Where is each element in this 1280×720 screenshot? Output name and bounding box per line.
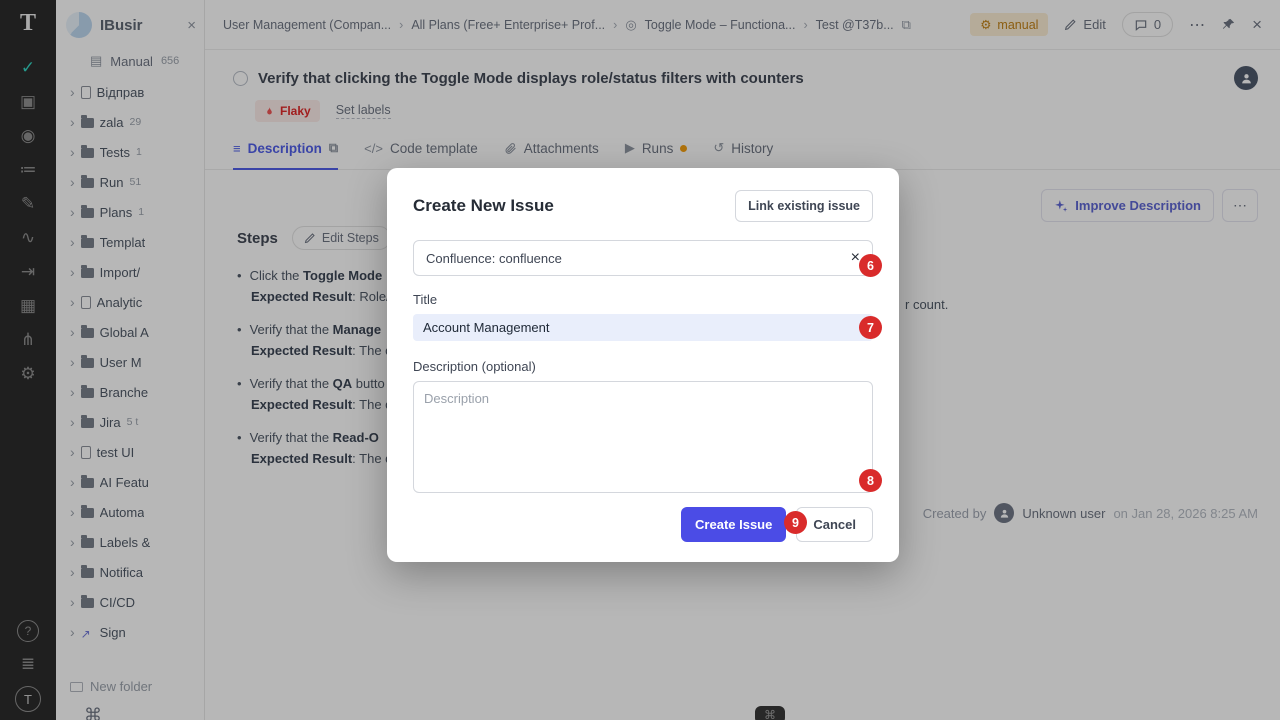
link-existing-issue-button[interactable]: Link existing issue <box>735 190 873 222</box>
annotation-badge: 9 <box>784 511 807 534</box>
description-label: Description (optional) <box>413 359 873 374</box>
create-issue-modal: Create New Issue Link existing issue Con… <box>387 168 899 562</box>
integration-select[interactable]: Confluence: confluence × <box>413 240 873 276</box>
issue-description-textarea[interactable] <box>413 381 873 493</box>
cancel-button[interactable]: Cancel <box>796 507 873 542</box>
title-label: Title <box>413 292 873 307</box>
annotation-badge: 7 <box>859 316 882 339</box>
integration-select-value: Confluence: confluence <box>426 251 562 266</box>
modal-title: Create New Issue <box>413 196 554 216</box>
annotation-badge: 8 <box>859 469 882 492</box>
create-issue-button[interactable]: Create Issue <box>681 507 786 542</box>
annotation-badge: 6 <box>859 254 882 277</box>
issue-title-input[interactable] <box>413 314 873 341</box>
